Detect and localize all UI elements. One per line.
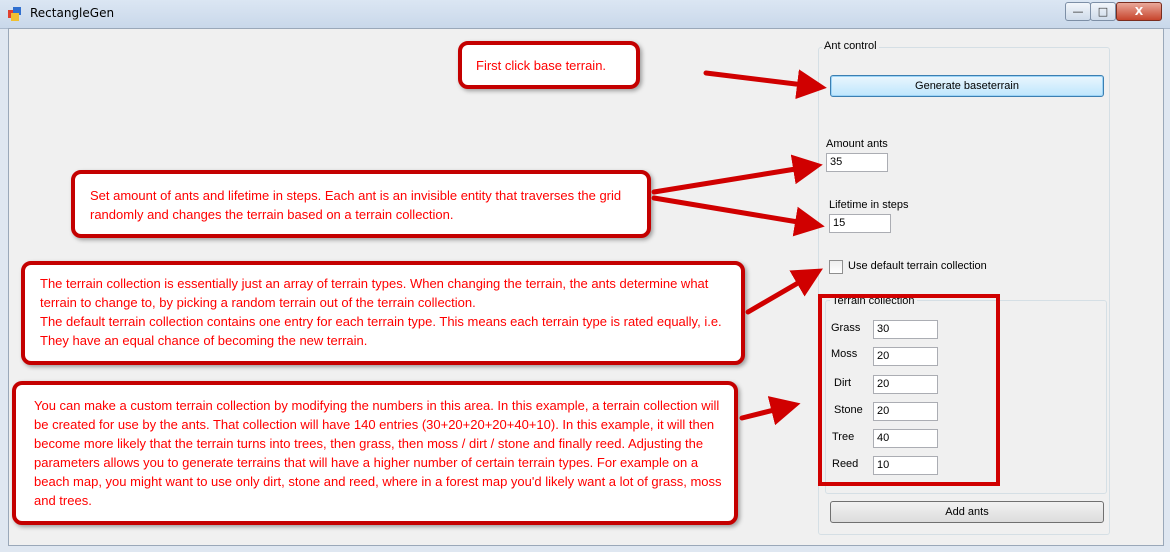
- annotation-arrows: [651, 69, 827, 426]
- arrow-to-generate: [703, 69, 827, 100]
- arrow-to-collection: [739, 396, 801, 426]
- arrow-to-amount: [651, 154, 823, 195]
- arrow-to-checkbox: [745, 268, 823, 315]
- arrow-to-lifetime: [651, 195, 825, 237]
